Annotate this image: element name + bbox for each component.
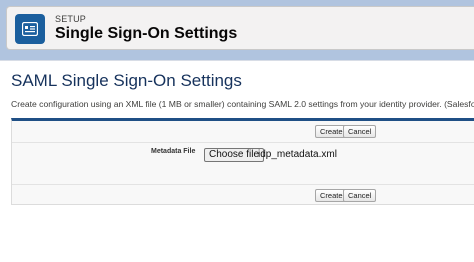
page-header: SETUP Single Sign-On Settings [6,6,474,50]
selected-file-name: idp_metadata.xml [258,149,337,160]
setup-icon [15,14,45,44]
breadcrumb-setup: SETUP [55,14,87,24]
choose-file-button[interactable]: Choose file [204,148,265,162]
metadata-form: Create Cancel Metadata File Choose file … [11,118,474,205]
bottom-button-row: Create Cancel [12,184,474,206]
section-title: SAML Single Sign-On Settings [11,71,242,90]
top-button-row: Create Cancel [12,121,474,143]
page-title: Single Sign-On Settings [55,25,238,42]
cancel-button-top[interactable]: Cancel [343,125,377,138]
description-text: Create configuration using an XML file (… [11,99,474,109]
cancel-button-bottom[interactable]: Cancel [343,189,377,202]
metadata-file-label: Metadata File [151,148,196,155]
content-panel: SAML Single Sign-On Settings Create conf… [0,60,474,262]
